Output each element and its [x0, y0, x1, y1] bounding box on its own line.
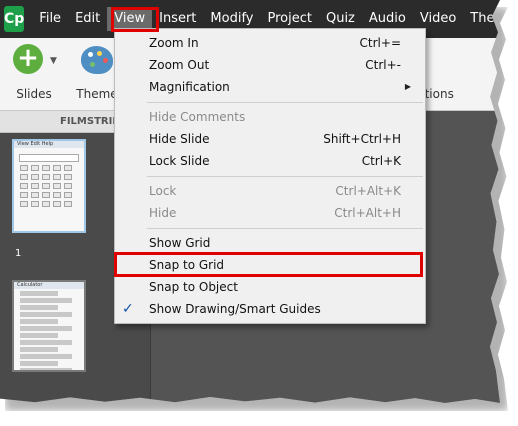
menu-item-lock: Lock Ctrl+Alt+K [149, 184, 401, 198]
menu-file[interactable]: File [32, 7, 68, 31]
thumb-menu-bar: Calculator [14, 282, 84, 289]
slide-thumbnail-1[interactable]: View Edit Help [12, 139, 86, 233]
palette-icon [81, 46, 113, 74]
menu-item-hide: Hide Ctrl+Alt+H [149, 206, 401, 220]
view-menu-dropdown: Zoom In Ctrl+= Zoom Out Ctrl+- Magnifica… [114, 28, 426, 324]
menu-item-show-drawing-smart-guides[interactable]: ✓ Show Drawing/Smart Guides [115, 298, 425, 320]
menu-item-zoom-out[interactable]: Zoom Out Ctrl+- [115, 54, 425, 76]
thumb-keypad [20, 165, 84, 207]
thumb-menu-bar: View Edit Help [14, 141, 84, 148]
menu-item-hide-slide[interactable]: Hide Slide Shift+Ctrl+H [115, 128, 425, 150]
checkmark-icon: ✓ [122, 301, 134, 317]
menu-item-lock-slide[interactable]: Lock Slide Ctrl+K [115, 150, 425, 172]
menu-item-snap-to-object[interactable]: Snap to Object [115, 276, 425, 298]
submenu-arrow-icon: ▶ [404, 82, 411, 91]
captivate-window: Cp File Edit View Insert Modify Project … [0, 0, 500, 403]
slide-number-1: 1 [15, 248, 22, 259]
chevron-down-icon: ▼ [50, 56, 57, 66]
thumb-display [19, 154, 79, 162]
menu-item-show-grid[interactable]: Show Grid [115, 232, 425, 254]
menu-item-zoom-in[interactable]: Zoom In Ctrl+= [115, 32, 425, 54]
menu-separator [147, 228, 423, 229]
thumb-menu-list [14, 291, 84, 370]
menu-item-hide-comments: Hide Comments [149, 110, 246, 124]
snap-to-grid-callout-box [114, 252, 423, 277]
menu-edit[interactable]: Edit [68, 7, 107, 31]
slide-thumbnail-2[interactable]: Calculator [12, 280, 86, 372]
captivate-logo-icon: Cp [4, 6, 25, 32]
add-slide-icon: + [13, 44, 43, 74]
menu-item-magnification[interactable]: Magnification ▶ [115, 76, 425, 98]
slides-button[interactable]: + ▼ Slides [6, 42, 62, 101]
menu-separator [147, 176, 423, 177]
menu-themes[interactable]: Them [463, 7, 500, 31]
menu-separator [147, 102, 423, 103]
view-menu-callout-box [111, 7, 159, 32]
slides-label: Slides [16, 87, 52, 101]
